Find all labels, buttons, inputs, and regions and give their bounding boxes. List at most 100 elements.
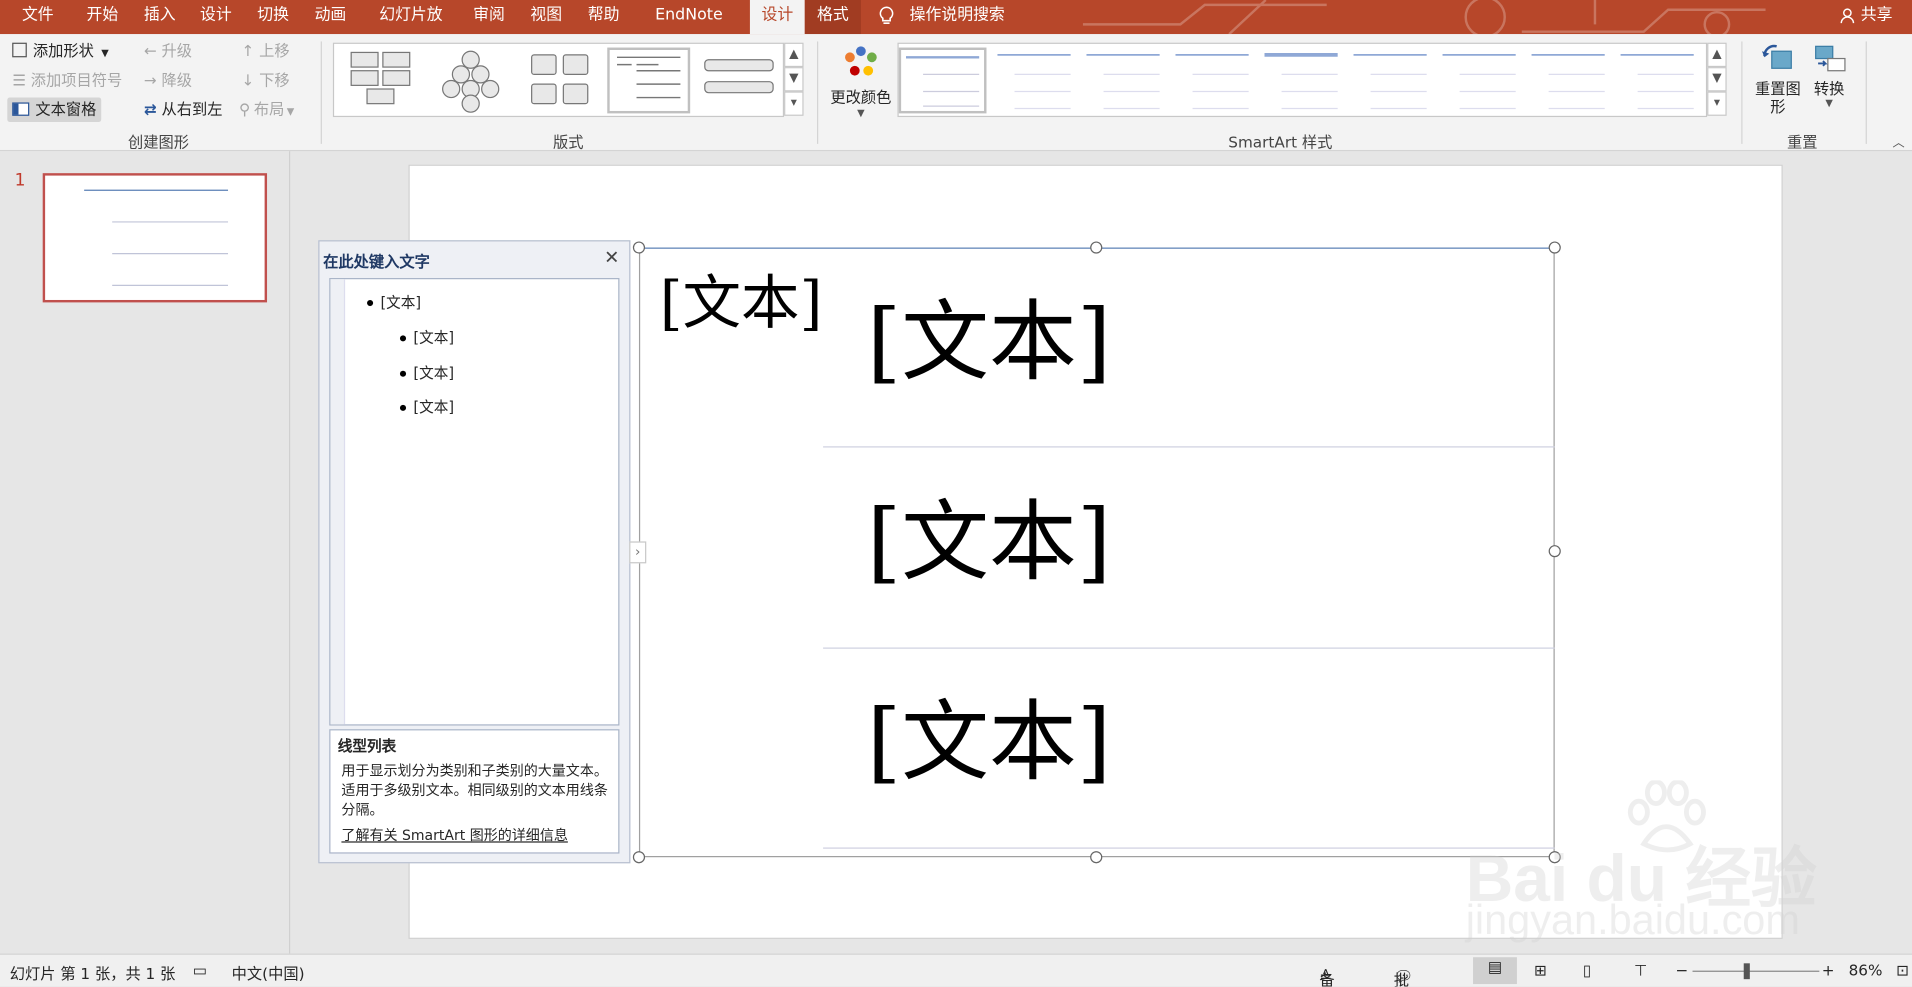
slideshow-icon[interactable]: ⊤: [1634, 961, 1647, 979]
gallery-more-button[interactable]: ▾: [1707, 91, 1727, 116]
bullet-text: [文本]: [413, 398, 455, 416]
move-up-label: 上移: [259, 41, 290, 60]
style-option[interactable]: [1349, 48, 1432, 114]
tab-8[interactable]: 视图: [529, 0, 563, 34]
bullet-item-level2[interactable]: [文本]: [399, 396, 455, 417]
text-pane-title: 在此处键入文字: [323, 252, 430, 271]
slide-count-status: 幻灯片 第 1 张，共 1 张: [9, 964, 176, 983]
bullet-dot-icon: [399, 404, 407, 411]
slide-thumbnail[interactable]: [42, 173, 268, 303]
tab-5[interactable]: 动画: [313, 0, 347, 34]
layouts-scroll: ▲ ▼ ▾: [784, 42, 804, 117]
resize-handle[interactable]: [632, 851, 646, 864]
resize-handle[interactable]: [1548, 241, 1561, 254]
ribbon-separator: [1741, 41, 1743, 144]
zoom-level[interactable]: 86%: [1849, 961, 1883, 979]
scroll-up-button[interactable]: ▲: [784, 42, 804, 68]
learn-more-link[interactable]: 了解有关 SmartArt 图形的详细信息: [341, 826, 567, 846]
style-option[interactable]: [1616, 48, 1699, 114]
slide-sorter-icon[interactable]: ⊞: [1534, 961, 1547, 979]
layout-option-lined-list[interactable]: [607, 47, 691, 114]
resize-handle[interactable]: [1548, 545, 1561, 558]
zoom-slider-track[interactable]: [1692, 970, 1820, 972]
tab-7[interactable]: 审阅: [472, 0, 506, 34]
zoom-out-icon[interactable]: −: [1675, 961, 1688, 979]
add-shape-button[interactable]: 添加形状 ▼: [12, 39, 109, 63]
close-icon[interactable]: ✕: [604, 246, 619, 268]
reset-graphic-label: 重置图形: [1754, 79, 1801, 116]
bullet-item-level2[interactable]: [文本]: [399, 327, 454, 348]
arrow-right-icon: →: [143, 70, 157, 90]
spelling-check-icon[interactable]: ▭: [193, 961, 207, 979]
tab-1[interactable]: 开始: [85, 0, 119, 34]
style-option[interactable]: [1260, 48, 1343, 114]
move-up-button[interactable]: ↑ 上移: [241, 39, 289, 63]
promote-button[interactable]: ← 升级: [144, 39, 192, 63]
text-pane-button[interactable]: 文本窗格: [7, 97, 102, 122]
share-label: 共享: [1860, 6, 1893, 25]
zoom-in-icon[interactable]: +: [1822, 961, 1835, 979]
language-status[interactable]: 中文(中国): [232, 961, 305, 984]
change-colors-label: 更改颜色: [830, 87, 892, 107]
tab-12[interactable]: 格式: [804, 0, 861, 35]
ribbon-separator: [1865, 41, 1867, 144]
layout-description: 用于显示划分为类别和子类别的大量文本。适用于多级别文本。相同级别的文本用线条分隔…: [341, 762, 608, 819]
right-to-left-button[interactable]: ⇄ 从右到左: [144, 98, 223, 122]
ribbon: 添加形状 ▼ ☰ 添加项目符号 文本窗格 ← 升级 → 降级 ⇄ 从右到左 ↑ 上移 ↓ 下移…: [0, 34, 1912, 152]
tab-11[interactable]: 设计: [749, 0, 805, 35]
layout-option-blocks[interactable]: [339, 48, 422, 114]
smartart-item-text-2[interactable]: [文本]: [867, 493, 1111, 591]
tell-me-search[interactable]: 操作说明搜索: [878, 0, 1005, 34]
fit-to-window-icon[interactable]: ⊡: [1896, 961, 1909, 979]
layout-button[interactable]: ⚲ 布局 ▼: [239, 98, 294, 122]
styles-scroll: ▲ ▼ ▾: [1707, 42, 1727, 117]
scroll-down-button[interactable]: ▼: [1707, 67, 1727, 92]
resize-handle[interactable]: [1090, 241, 1103, 254]
tab-4[interactable]: 切换: [256, 0, 290, 34]
text-pane-toggle-chevron-icon[interactable]: ›: [629, 541, 647, 564]
text-pane-icon: [12, 102, 30, 116]
gallery-more-button[interactable]: ▾: [784, 91, 804, 116]
change-colors-button[interactable]: 更改颜色 ▼: [827, 44, 895, 124]
resize-handle[interactable]: [632, 241, 646, 254]
resize-handle[interactable]: [1090, 851, 1103, 864]
style-option[interactable]: [1082, 48, 1165, 114]
scroll-up-button[interactable]: ▲: [1707, 42, 1727, 68]
smartart-category-text[interactable]: [文本]: [660, 271, 823, 337]
promote-label: 升级: [161, 41, 193, 60]
share-button[interactable]: 共享: [1840, 0, 1892, 34]
tab-0[interactable]: 文件: [22, 0, 54, 34]
bullet-dot-icon: [399, 335, 407, 342]
tab-10[interactable]: EndNote X8: [643, 0, 736, 34]
layouts-gallery: [332, 42, 785, 118]
add-bullet-button[interactable]: ☰ 添加项目符号: [12, 68, 122, 92]
style-option[interactable]: [1171, 48, 1254, 114]
tab-2[interactable]: 插入: [143, 0, 177, 34]
smartart-item-text-1[interactable]: [文本]: [867, 293, 1111, 391]
reading-view-icon[interactable]: ▯: [1583, 961, 1591, 979]
text-pane-list[interactable]: [文本] [文本] [文本] [文本]: [329, 278, 620, 726]
collapse-ribbon-icon[interactable]: ︿: [1892, 132, 1904, 150]
layout-option-grid[interactable]: [519, 48, 602, 114]
tab-6[interactable]: 幻灯片放映: [372, 0, 450, 34]
layout-option-bars[interactable]: [700, 48, 783, 114]
demote-button[interactable]: → 降级: [144, 68, 192, 92]
reset-graphic-button[interactable]: 重置图形: [1753, 41, 1802, 116]
move-down-button[interactable]: ↓ 下移: [241, 68, 289, 92]
normal-view-icon[interactable]: ▤: [1473, 957, 1517, 985]
bullet-item-level2[interactable]: [文本]: [399, 362, 454, 383]
style-option[interactable]: [1438, 48, 1521, 114]
layout-label: 布局: [253, 99, 285, 119]
scroll-down-button[interactable]: ▼: [784, 67, 804, 92]
style-option[interactable]: [993, 48, 1076, 114]
bullet-item-level1[interactable]: [文本]: [367, 291, 421, 312]
layout-option-hexagons[interactable]: [429, 48, 512, 114]
tab-9[interactable]: 帮助: [587, 0, 621, 34]
style-option[interactable]: [898, 47, 987, 114]
convert-button[interactable]: 转换 ▼: [1807, 41, 1851, 109]
style-option[interactable]: [1527, 48, 1610, 114]
tab-3[interactable]: 设计: [199, 0, 233, 34]
zoom-slider-thumb[interactable]: [1743, 963, 1750, 980]
smartart-item-text-3[interactable]: [文本]: [867, 693, 1111, 791]
smartart-graphic[interactable]: [文本] [文本] [文本] [文本]: [638, 247, 1555, 858]
